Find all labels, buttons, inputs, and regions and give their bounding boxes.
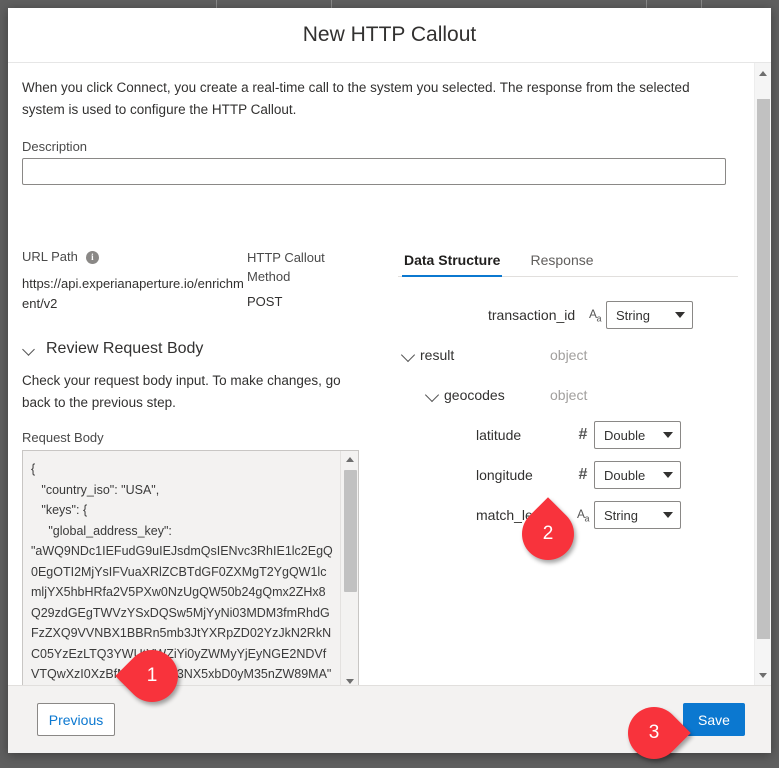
type-select-value: Double: [604, 468, 645, 483]
data-structure-tree: transaction_idAaStringresultobjectgeocod…: [398, 295, 738, 535]
type-select-value: String: [604, 508, 638, 523]
type-select-match-level[interactable]: String: [594, 501, 681, 529]
dialog-body: When you click Connect, you create a rea…: [8, 63, 771, 685]
url-path-field: URL Path i https://api.experianaperture.…: [22, 248, 247, 314]
chevron-down-icon: [663, 512, 673, 518]
http-method-label: HTTP Callout Method: [247, 248, 327, 286]
chevron-down-icon: [663, 432, 673, 438]
save-button[interactable]: Save: [683, 703, 745, 736]
url-path-label-text: URL Path: [22, 248, 78, 266]
scrollbar-thumb[interactable]: [344, 470, 357, 592]
tree-node-expand-toggle[interactable]: [398, 344, 420, 366]
number-type-icon: #: [572, 466, 594, 484]
scroll-up-arrow-icon[interactable]: [341, 451, 359, 467]
scroll-up-arrow-icon[interactable]: [755, 65, 771, 81]
type-select-transaction-id[interactable]: String: [606, 301, 693, 329]
callout-number: 2: [522, 508, 574, 560]
tree-node-expand-toggle[interactable]: [422, 384, 444, 406]
review-request-body-heading: Review Request Body: [46, 340, 203, 358]
description-input[interactable]: [22, 158, 726, 185]
previous-button[interactable]: Previous: [37, 703, 115, 736]
url-path-value: https://api.experianaperture.io/enrichme…: [22, 274, 247, 314]
url-path-label: URL Path i: [22, 248, 247, 266]
callout-marker-3: 3: [628, 707, 680, 759]
intro-text: When you click Connect, you create a rea…: [22, 77, 717, 121]
tab-response[interactable]: Response: [528, 248, 595, 276]
panel-tabs: Data Structure Response: [398, 248, 738, 277]
chevron-down-icon: [22, 342, 36, 356]
number-type-icon: #: [572, 426, 594, 444]
type-select-longitude[interactable]: Double: [594, 461, 681, 489]
chevron-down-icon: [663, 472, 673, 478]
request-body-scrollbar[interactable]: [340, 451, 358, 685]
review-request-body-section-header[interactable]: Review Request Body: [22, 340, 382, 358]
callout-number: 1: [126, 650, 178, 702]
tree-node-longitude: longitude# Double: [398, 455, 738, 495]
tab-data-structure[interactable]: Data Structure: [402, 248, 502, 276]
tree-node-type-static: object: [550, 347, 587, 363]
tree-node-label: transaction_id: [488, 307, 584, 323]
tree-node-label: result: [420, 347, 532, 363]
tree-node-type-static: object: [550, 387, 587, 403]
review-description: Check your request body input. To make c…: [22, 370, 362, 414]
chevron-down-icon: [675, 312, 685, 318]
description-label: Description: [22, 139, 745, 154]
tree-node-geocodes: geocodes object: [398, 375, 738, 415]
scroll-down-arrow-icon[interactable]: [341, 673, 359, 685]
callout-marker-1: 1: [126, 650, 178, 702]
callout-number: 3: [628, 707, 680, 759]
tree-node-label: longitude: [476, 467, 572, 483]
dialog-body-scrollbar[interactable]: [754, 63, 771, 685]
http-method-value: POST: [247, 292, 372, 312]
page-title: New HTTP Callout: [303, 23, 477, 47]
request-body-content: { "country_iso": "USA", "keys": { "globa…: [23, 451, 340, 685]
right-column: Data Structure Response transaction_idAa…: [398, 248, 738, 535]
callout-marker-2: 2: [522, 508, 574, 560]
type-select-latitude[interactable]: Double: [594, 421, 681, 449]
type-select-value: String: [616, 308, 650, 323]
scroll-down-arrow-icon[interactable]: [755, 667, 771, 683]
text-type-icon: Aa: [572, 506, 594, 523]
http-method-field: HTTP Callout Method POST: [247, 248, 372, 314]
request-body-textarea[interactable]: { "country_iso": "USA", "keys": { "globa…: [22, 450, 359, 685]
scrollbar-thumb[interactable]: [757, 99, 770, 639]
tree-node-label: latitude: [476, 427, 572, 443]
request-body-label: Request Body: [22, 430, 382, 445]
new-http-callout-dialog: New HTTP Callout When you click Connect,…: [8, 8, 771, 753]
type-select-value: Double: [604, 428, 645, 443]
left-column: URL Path i https://api.experianaperture.…: [22, 248, 382, 685]
tree-node-transaction-id: transaction_idAa String: [398, 295, 738, 335]
tree-node-latitude: latitude# Double: [398, 415, 738, 455]
dialog-header: New HTTP Callout: [8, 8, 771, 63]
text-type-icon: Aa: [584, 306, 606, 323]
tree-node-result: result object: [398, 335, 738, 375]
info-icon[interactable]: i: [86, 251, 99, 264]
tree-node-label: geocodes: [444, 387, 532, 403]
